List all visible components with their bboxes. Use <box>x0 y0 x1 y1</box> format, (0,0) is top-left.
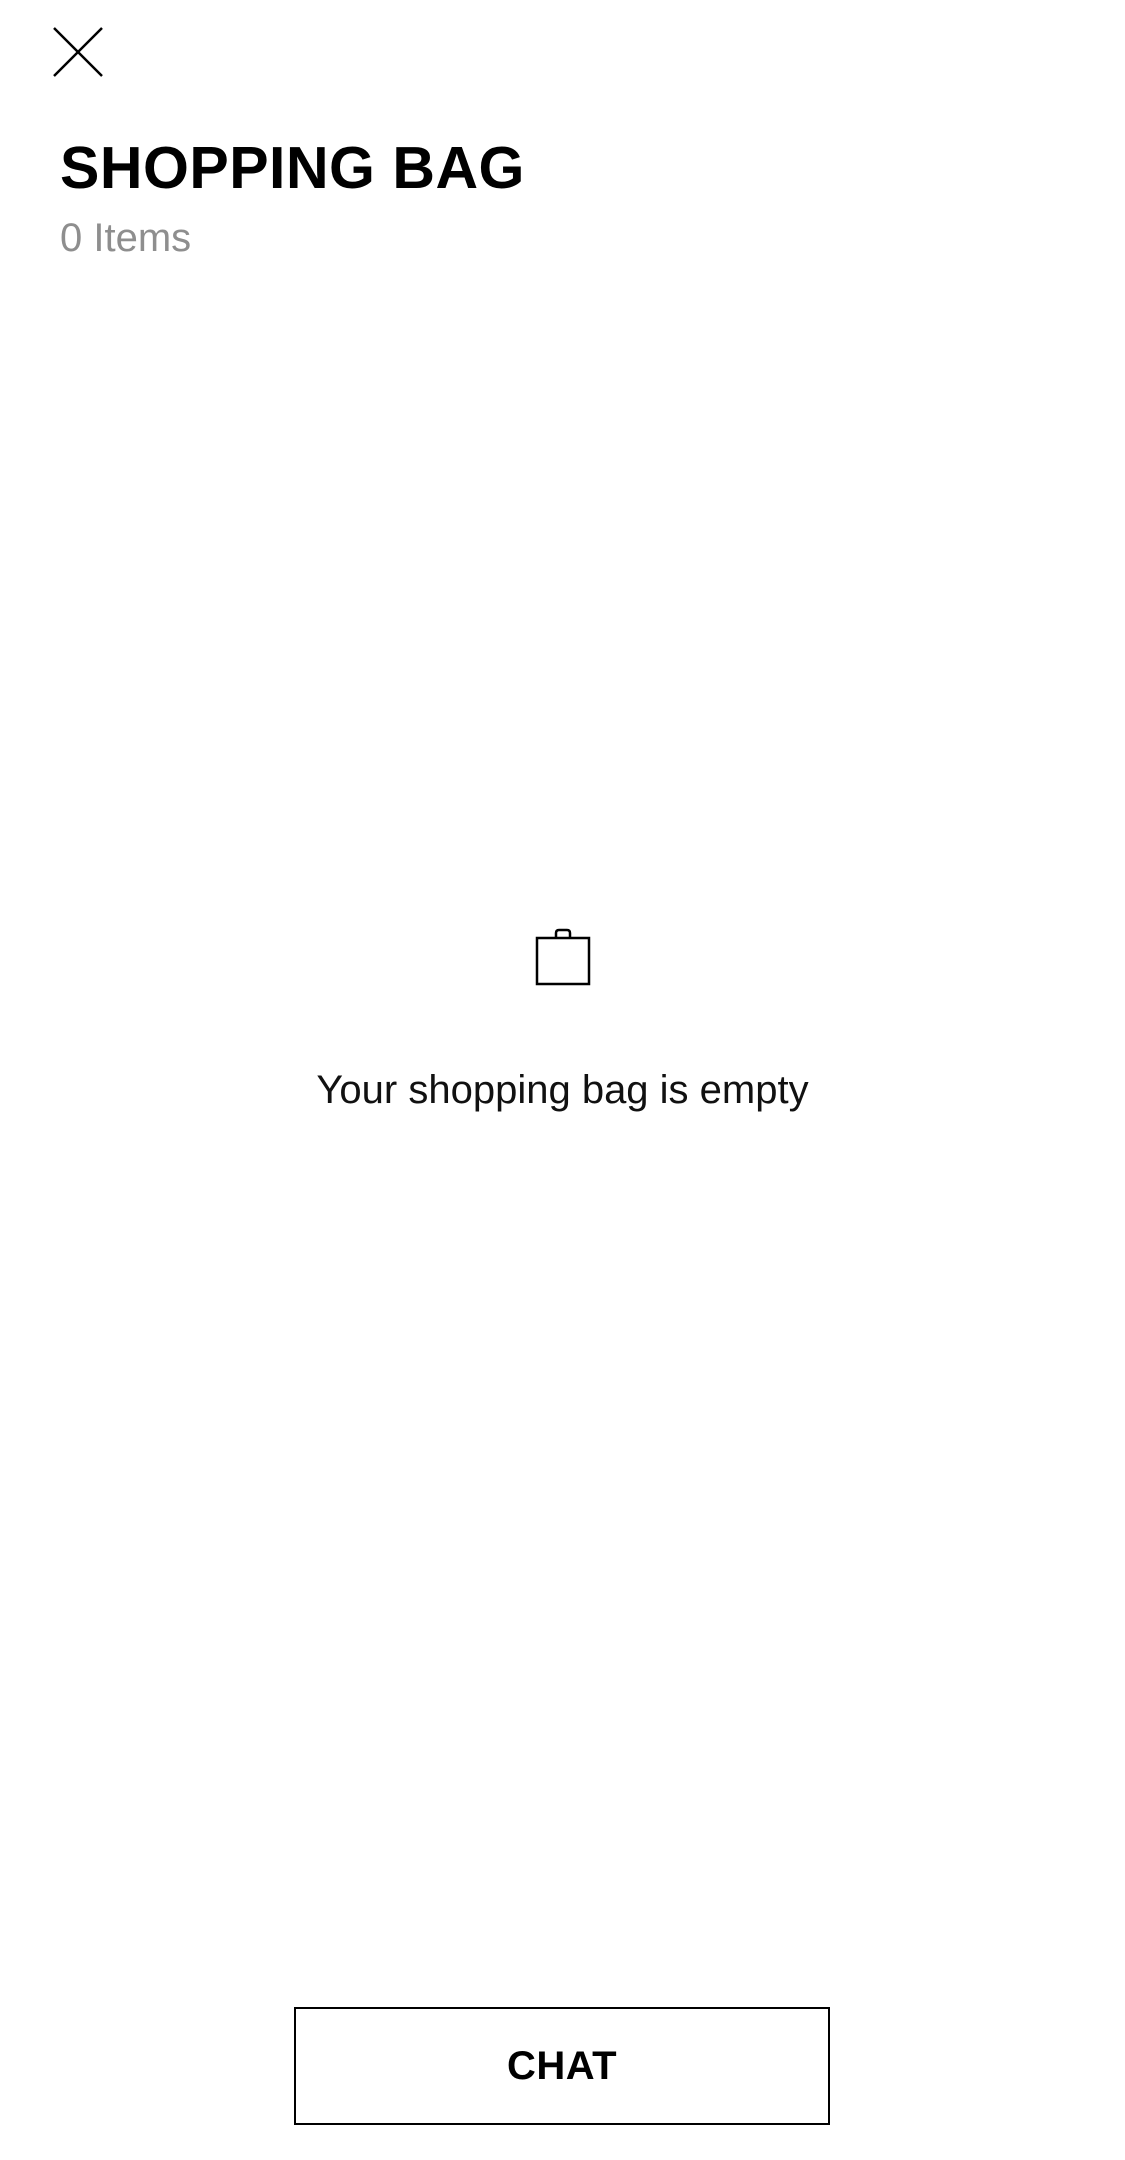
empty-state: Your shopping bag is empty <box>0 928 1125 1114</box>
chat-button[interactable]: CHAT <box>294 2007 830 2125</box>
close-button[interactable] <box>44 18 112 86</box>
empty-bag-message: Your shopping bag is empty <box>316 1068 809 1112</box>
page-title: SHOPPING BAG <box>60 135 525 201</box>
close-icon <box>53 27 103 77</box>
shopping-bag-icon <box>535 928 590 986</box>
item-count: 0 Items <box>60 216 192 260</box>
page-header: SHOPPING BAG 0 Items <box>60 132 525 262</box>
